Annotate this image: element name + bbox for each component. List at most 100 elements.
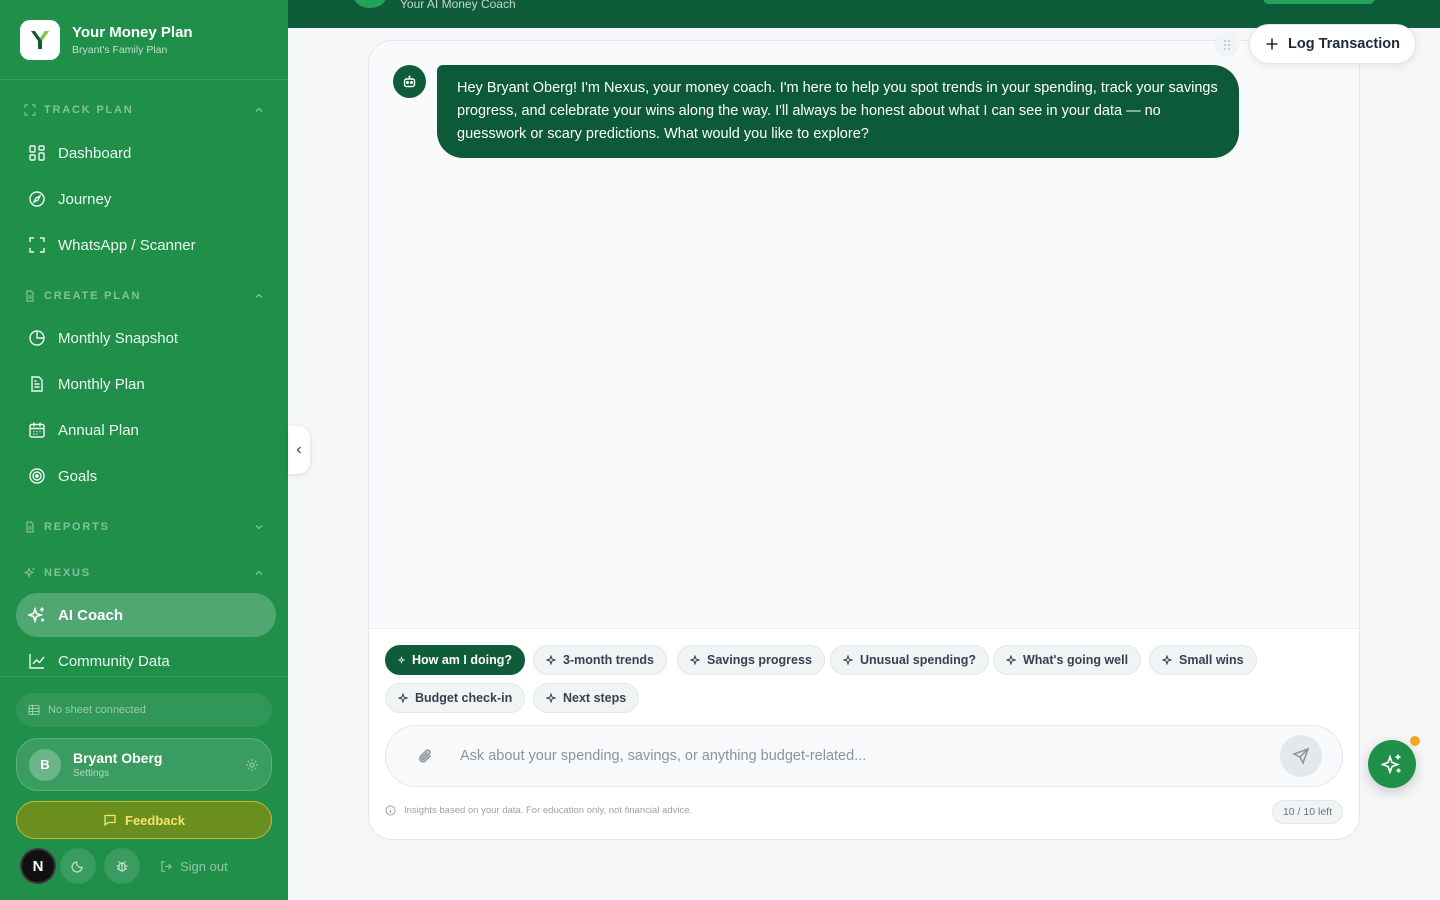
log-transaction-label: Log Transaction	[1288, 36, 1400, 52]
sidebar-item-ai-coach[interactable]: AI Coach	[16, 593, 276, 637]
sidebar-item-monthly-snapshot[interactable]: Monthly Snapshot	[16, 316, 276, 360]
plus-icon	[1266, 38, 1278, 50]
sheet-status-label: No sheet connected	[48, 704, 146, 716]
sidebar-item-label: Goals	[58, 467, 98, 485]
sparkles-icon	[24, 567, 35, 579]
message-composer	[385, 725, 1343, 787]
gear-icon[interactable]	[245, 758, 259, 772]
suggestion-chip[interactable]: Savings progress	[677, 645, 825, 675]
chevron-up-icon	[255, 570, 263, 575]
suggestion-chip[interactable]: Budget check-in	[385, 683, 526, 713]
user-name: Bryant Oberg	[73, 750, 163, 766]
section-label: NEXUS	[44, 567, 91, 579]
sparkle-icon	[398, 693, 408, 703]
suggestion-chip[interactable]: Small wins	[1149, 645, 1257, 675]
sidebar-item-label: Community Data	[58, 652, 170, 670]
drag-handle[interactable]	[1215, 33, 1239, 57]
paperclip-icon[interactable]	[416, 746, 436, 766]
suggestion-chip[interactable]: What's going well	[993, 645, 1142, 675]
user-profile-card[interactable]: B Bryant Oberg Settings	[16, 738, 272, 791]
suggestion-label: Next steps	[563, 691, 627, 705]
bug-icon	[116, 861, 128, 872]
sidebar-item-annual-plan[interactable]: Annual Plan	[16, 408, 276, 452]
header-action-button[interactable]	[1263, 0, 1375, 4]
grid-icon	[29, 145, 45, 161]
sidebar-item-label: Dashboard	[58, 144, 132, 162]
suggestion-chip[interactable]: Unusual spending?	[830, 645, 989, 675]
chevron-up-icon	[255, 293, 263, 298]
assistant-avatar	[393, 65, 426, 98]
logout-icon	[161, 861, 172, 872]
suggestion-label: Budget check-in	[415, 691, 513, 705]
bot-icon	[403, 75, 416, 88]
sidebar-collapse-button[interactable]	[288, 426, 310, 474]
avatar: B	[29, 748, 61, 781]
sidebar-item-dashboard[interactable]: Dashboard	[16, 131, 276, 175]
moon-icon	[71, 861, 83, 873]
section-header-reports[interactable]: REPORTS	[24, 520, 264, 534]
n-button[interactable]: N	[20, 848, 56, 884]
quota-badge: 10 / 10 left	[1271, 800, 1343, 824]
disclaimer-text: Insights based on your data. For educati…	[404, 805, 693, 816]
sidebar: Your Money Plan Bryant's Family Plan TRA…	[0, 0, 288, 900]
suggestion-chip[interactable]: 3-month trends	[533, 645, 667, 675]
sidebar-item-whatsapp-scanner[interactable]: WhatsApp / Scanner	[16, 223, 276, 267]
suggestion-label: What's going well	[1023, 653, 1129, 667]
sparkle-icon	[1162, 655, 1172, 665]
suggestion-label: Unusual spending?	[860, 653, 976, 667]
suggestion-chip[interactable]: Next steps	[533, 683, 640, 713]
info-icon	[385, 805, 396, 816]
sign-out-button[interactable]: Sign out	[160, 859, 228, 874]
sidebar-item-label: Annual Plan	[58, 421, 139, 439]
ai-coach-fab[interactable]	[1368, 740, 1416, 788]
disclaimer: Insights based on your data. For educati…	[385, 805, 692, 816]
sidebar-footer: No sheet connected B Bryant Oberg Settin…	[0, 676, 288, 900]
file-icon	[26, 521, 34, 533]
sidebar-item-label: Journey	[58, 190, 112, 208]
assistant-message: Hey Bryant Oberg! I'm Nexus, your money …	[437, 65, 1239, 158]
chevron-left-icon	[296, 446, 301, 454]
suggestion-label: 3-month trends	[563, 653, 654, 667]
sidebar-item-monthly-plan[interactable]: Monthly Plan	[16, 362, 276, 406]
sidebar-item-journey[interactable]: Journey	[16, 177, 276, 221]
debug-button[interactable]	[104, 848, 140, 884]
chevron-up-icon	[255, 107, 263, 112]
suggestion-label: Small wins	[1179, 653, 1244, 667]
header-subtitle: Your AI Money Coach	[400, 0, 516, 11]
suggestion-label: Savings progress	[707, 653, 812, 667]
sidebar-item-goals[interactable]: Goals	[16, 454, 276, 498]
theme-toggle-button[interactable]	[60, 848, 96, 884]
chat-panel: Hey Bryant Oberg! I'm Nexus, your money …	[368, 40, 1360, 840]
suggestion-label: How am I doing?	[412, 653, 512, 667]
section-label: REPORTS	[44, 521, 110, 533]
sparkle-icon	[843, 655, 853, 665]
sidebar-item-label: AI Coach	[58, 606, 124, 624]
section-header-create-plan[interactable]: CREATE PLAN	[24, 289, 264, 303]
file-icon	[26, 290, 34, 302]
sidebar-item-label: WhatsApp / Scanner	[58, 236, 196, 254]
sheet-status[interactable]: No sheet connected	[16, 693, 272, 727]
log-transaction-button[interactable]: Log Transaction	[1249, 24, 1416, 64]
sparkle-icon	[1006, 655, 1016, 665]
section-label: CREATE PLAN	[44, 290, 142, 302]
section-header-track-plan[interactable]: TRACK PLAN	[24, 103, 264, 117]
compass-icon	[29, 191, 45, 207]
calendar-icon	[29, 422, 45, 438]
header-avatar	[354, 0, 386, 8]
suggestion-chip[interactable]: How am I doing?	[385, 645, 525, 675]
app-logo	[20, 19, 60, 60]
document-icon	[31, 376, 43, 392]
section-header-nexus[interactable]: NEXUS	[24, 566, 264, 580]
feedback-button[interactable]: Feedback	[16, 801, 272, 839]
feedback-label: Feedback	[125, 812, 185, 828]
message-list: Hey Bryant Oberg! I'm Nexus, your money …	[369, 41, 1359, 629]
brand-header[interactable]: Your Money Plan Bryant's Family Plan	[0, 0, 288, 80]
send-button[interactable]	[1280, 735, 1322, 777]
notification-dot	[1410, 736, 1420, 746]
chat-input[interactable]	[460, 744, 1260, 768]
sparkles-icon	[28, 606, 44, 624]
target-icon	[29, 468, 45, 484]
message-icon	[104, 814, 116, 827]
sidebar-item-label: Monthly Snapshot	[58, 329, 179, 347]
sparkle-icon	[546, 655, 556, 665]
